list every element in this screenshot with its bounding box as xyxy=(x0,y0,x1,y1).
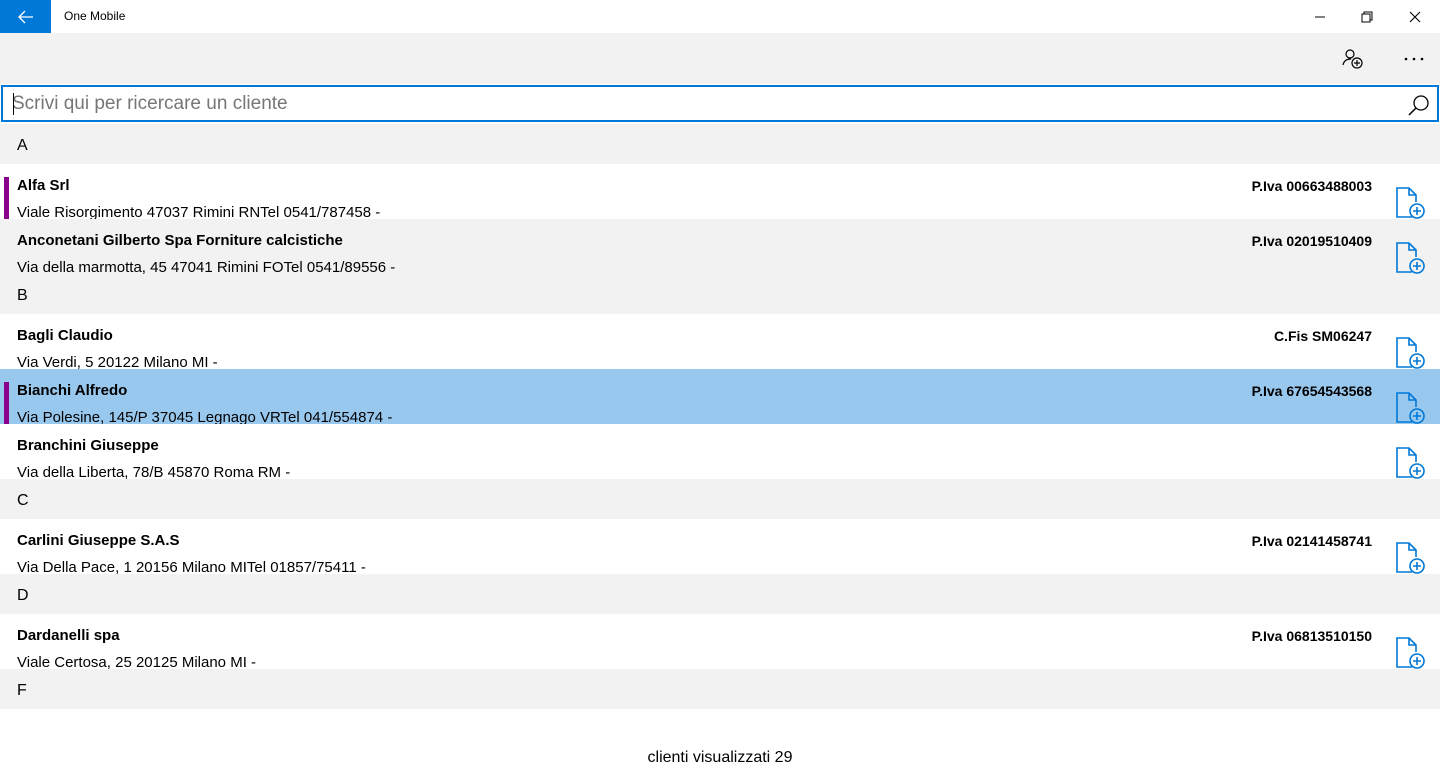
add-document-icon[interactable] xyxy=(1394,241,1426,275)
app-title: One Mobile xyxy=(64,9,126,23)
client-fiscal-code: C.Fis SM06247 xyxy=(1273,328,1372,344)
section-letter: D xyxy=(17,587,29,604)
client-name: Bagli Claudio xyxy=(17,327,113,344)
clients-count: clienti visualizzati 29 xyxy=(0,749,1440,767)
arrow-left-icon xyxy=(17,10,33,23)
add-document-icon[interactable] xyxy=(1394,541,1426,575)
restore-button[interactable] xyxy=(1344,0,1390,33)
title-bar: One Mobile xyxy=(0,0,1440,33)
add-document-icon[interactable] xyxy=(1394,391,1426,425)
back-button[interactable] xyxy=(0,0,51,33)
client-row[interactable]: Branchini Giuseppe Via della Liberta, 78/… xyxy=(0,424,1440,481)
client-name: Branchini Giuseppe xyxy=(17,437,159,454)
add-contact-icon xyxy=(1342,49,1363,69)
section-header: A xyxy=(0,124,1440,164)
more-button[interactable] xyxy=(1394,41,1434,77)
section-letter: A xyxy=(17,137,28,154)
client-row[interactable]: Alfa Srl Viale Risorgimento 47037 Rimini … xyxy=(0,164,1440,221)
client-fiscal-code: P.Iva 00663488003 xyxy=(1251,178,1372,194)
add-document-icon[interactable] xyxy=(1394,186,1426,220)
client-name: Anconetani Gilberto Spa Forniture calcis… xyxy=(17,232,343,249)
search-box xyxy=(1,85,1439,122)
more-icon xyxy=(1404,57,1424,61)
client-name: Alfa Srl xyxy=(17,177,70,194)
client-fiscal-code: P.Iva 02141458741 xyxy=(1251,533,1372,549)
client-fiscal-code: P.Iva 06813510150 xyxy=(1251,628,1372,644)
restore-icon xyxy=(1361,11,1373,22)
section-letter: C xyxy=(17,492,29,509)
minimize-icon xyxy=(1315,16,1325,17)
client-fiscal-code: P.Iva 02019510409 xyxy=(1251,233,1372,249)
client-name: Carlini Giuseppe S.A.S xyxy=(17,532,180,549)
section-header: C xyxy=(0,479,1440,519)
command-bar xyxy=(0,33,1440,84)
section-letter: B xyxy=(17,287,28,304)
client-row[interactable]: Bagli Claudio Via Verdi, 5 20122 Milano M… xyxy=(0,314,1440,371)
client-row[interactable]: Bianchi Alfredo Via Polesine, 145/P 37045… xyxy=(0,369,1440,426)
section-letter: F xyxy=(17,682,27,699)
add-document-icon[interactable] xyxy=(1394,446,1426,480)
search-input[interactable] xyxy=(12,89,1392,118)
close-icon xyxy=(1409,11,1421,22)
section-header: D xyxy=(0,574,1440,614)
search-icon[interactable] xyxy=(1407,93,1431,117)
add-document-icon[interactable] xyxy=(1394,336,1426,370)
text-caret xyxy=(13,93,14,115)
close-button[interactable] xyxy=(1392,0,1438,33)
client-fiscal-code: P.Iva 67654543568 xyxy=(1251,383,1372,399)
section-header: F xyxy=(0,669,1440,709)
client-row[interactable]: Dardanelli spa Viale Certosa, 25 20125 Mi… xyxy=(0,614,1440,671)
minimize-button[interactable] xyxy=(1297,0,1343,33)
client-marker xyxy=(4,177,9,220)
client-marker xyxy=(4,382,9,425)
add-contact-button[interactable] xyxy=(1333,41,1373,77)
section-header: B xyxy=(0,274,1440,314)
add-document-icon[interactable] xyxy=(1394,636,1426,670)
client-row[interactable]: Anconetani Gilberto Spa Forniture calcis… xyxy=(0,219,1440,276)
client-name: Bianchi Alfredo xyxy=(17,382,128,399)
client-row[interactable]: Carlini Giuseppe S.A.S Via Della Pace, 1 … xyxy=(0,519,1440,576)
client-list: A Alfa Srl Viale Risorgimento 47037 Rimini… xyxy=(0,124,1440,709)
client-name: Dardanelli spa xyxy=(17,627,120,644)
